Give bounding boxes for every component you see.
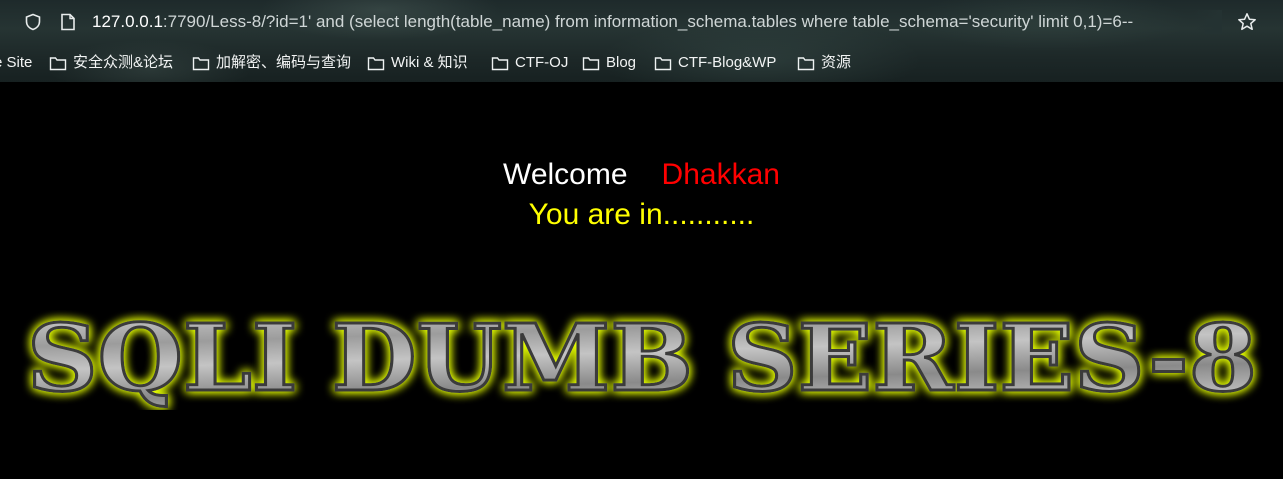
page-content: Welcome Dhakkan You are in........... SQ… [0,82,1283,479]
folder-icon [367,56,385,70]
banner-text: SQLI DUMB SERIES-8 [27,310,1257,410]
folder-icon [797,56,815,70]
welcome-text: Welcome [503,158,628,191]
folder-icon [654,56,672,70]
status-message: You are in........... [528,198,755,231]
folder-icon [582,56,600,70]
star-icon[interactable] [1237,12,1257,32]
browser-chrome: 127.0.0.1:7790/Less-8/?id=1' and (select… [0,0,1283,82]
page-icon[interactable] [60,13,76,31]
bookmark-folder[interactable]: Blog [582,50,636,76]
folder-icon [491,56,509,70]
bookmark-folder[interactable]: 资源 [797,50,851,76]
bookmark-folder[interactable]: CTF-Blog&WP [654,50,776,76]
bookmark-item[interactable]: e Site [0,50,32,76]
bookmark-label: CTF-Blog&WP [678,54,777,71]
welcome-line: Welcome Dhakkan [0,155,1283,195]
folder-icon [192,56,210,70]
bookmark-label: 安全众测&论坛 [73,54,174,71]
bookmark-folder[interactable]: CTF-OJ [491,50,568,76]
banner-image: SQLI DUMB SERIES-8 [26,310,1259,410]
bookmark-label: 加解密、编码与查询 [216,54,352,71]
bookmark-folder[interactable]: Wiki & 知识 [367,50,468,76]
bookmark-folder[interactable]: 加解密、编码与查询 [192,50,351,76]
bookmark-label: Blog [606,54,637,71]
bookmark-label: e Site [0,54,33,71]
folder-icon [49,56,67,70]
url-fade [1192,10,1222,34]
address-bar[interactable]: 127.0.0.1:7790/Less-8/?id=1' and (select… [0,4,1283,40]
url-text[interactable]: 127.0.0.1:7790/Less-8/?id=1' and (select… [92,11,1222,33]
bookmark-label: 资源 [821,54,852,71]
bookmark-label: CTF-OJ [515,54,569,71]
bookmark-folder[interactable]: 安全众测&论坛 [49,50,173,76]
url-path: :7790/Less-8/?id=1' and (select length(t… [162,12,1134,31]
bookmark-label: Wiki & 知识 [391,54,468,71]
user-name: Dhakkan [661,158,780,191]
url-host: 127.0.0.1 [92,12,163,31]
bookmarks-bar: e Site 安全众测&论坛 加解密、编码与查询 Wiki & 知识 CTF-O… [0,50,1283,76]
shield-icon[interactable] [24,13,42,31]
